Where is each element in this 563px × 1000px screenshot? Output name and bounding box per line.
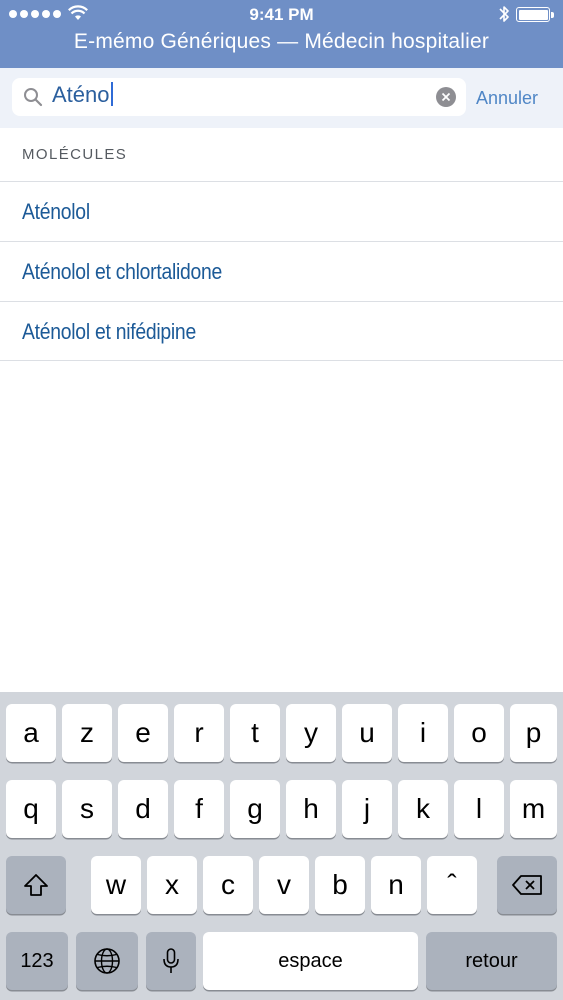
shift-key[interactable] [6, 856, 66, 914]
key-p[interactable]: p [510, 704, 557, 762]
list-item[interactable]: Aténolol et nifédipine [0, 301, 563, 361]
search-bar: Aténo Annuler [0, 68, 563, 128]
search-input-value: Aténo [52, 82, 110, 107]
key-k[interactable]: k [398, 780, 448, 838]
status-time: 9:41 PM [249, 5, 314, 24]
text-cursor [110, 82, 113, 106]
key-a[interactable]: a [6, 704, 56, 762]
keyboard: a z e r t y u i o p q s d f g h j k l m … [0, 692, 563, 1000]
magnifier-icon [24, 88, 43, 107]
key-l[interactable]: l [454, 780, 504, 838]
key-c[interactable]: c [203, 856, 253, 914]
key-j[interactable]: j [342, 780, 392, 838]
battery-icon [516, 7, 554, 22]
microphone-icon [163, 948, 179, 973]
key-circumflex[interactable]: ˆ [427, 856, 477, 914]
key-u[interactable]: u [342, 704, 392, 762]
section-header-molecules: MOLÉCULES [22, 146, 128, 163]
key-h[interactable]: h [286, 780, 336, 838]
header: 9:41 PM E-mémo Génériques — Médecin hosp… [0, 0, 563, 68]
key-v[interactable]: v [259, 856, 309, 914]
list-item[interactable]: Aténolol [0, 181, 563, 241]
microphone-key[interactable] [146, 932, 196, 990]
key-d[interactable]: d [118, 780, 168, 838]
page-title: E-mémo Génériques — Médecin hospitalier [73, 30, 490, 53]
key-r[interactable]: r [174, 704, 224, 762]
key-z[interactable]: z [62, 704, 112, 762]
bluetooth-icon [499, 6, 509, 22]
clear-search-button[interactable] [436, 87, 456, 107]
shift-icon [24, 874, 48, 896]
globe-key[interactable] [76, 932, 138, 990]
key-g[interactable]: g [230, 780, 280, 838]
globe-icon [94, 948, 120, 974]
list-item[interactable]: Aténolol et chlortalidone [0, 241, 563, 301]
key-f[interactable]: f [174, 780, 224, 838]
backspace-key[interactable] [497, 856, 557, 914]
search-field[interactable]: Aténo [12, 78, 466, 116]
list-item-label: Aténolol et chlortalidone [22, 259, 223, 284]
key-q[interactable]: q [6, 780, 56, 838]
key-s[interactable]: s [62, 780, 112, 838]
backspace-icon [512, 875, 542, 895]
key-y[interactable]: y [286, 704, 336, 762]
key-w[interactable]: w [91, 856, 141, 914]
cancel-button[interactable]: Annuler [476, 88, 538, 109]
key-m[interactable]: m [510, 780, 557, 838]
clear-x-icon [441, 92, 451, 102]
key-n[interactable]: n [371, 856, 421, 914]
key-t[interactable]: t [230, 704, 280, 762]
status-bar: 9:41 PM [0, 0, 563, 28]
key-o[interactable]: o [454, 704, 504, 762]
search-input[interactable]: Aténo [52, 82, 432, 112]
numbers-key[interactable]: 123 [6, 932, 68, 990]
list-item-label: Aténolol et nifédipine [22, 319, 196, 344]
return-key[interactable]: retour [426, 932, 557, 990]
key-i[interactable]: i [398, 704, 448, 762]
key-e[interactable]: e [118, 704, 168, 762]
results-list: Aténolol Aténolol et chlortalidone Aténo… [0, 181, 563, 361]
key-x[interactable]: x [147, 856, 197, 914]
key-b[interactable]: b [315, 856, 365, 914]
list-item-label: Aténolol [22, 199, 90, 224]
space-key[interactable]: espace [203, 932, 418, 990]
